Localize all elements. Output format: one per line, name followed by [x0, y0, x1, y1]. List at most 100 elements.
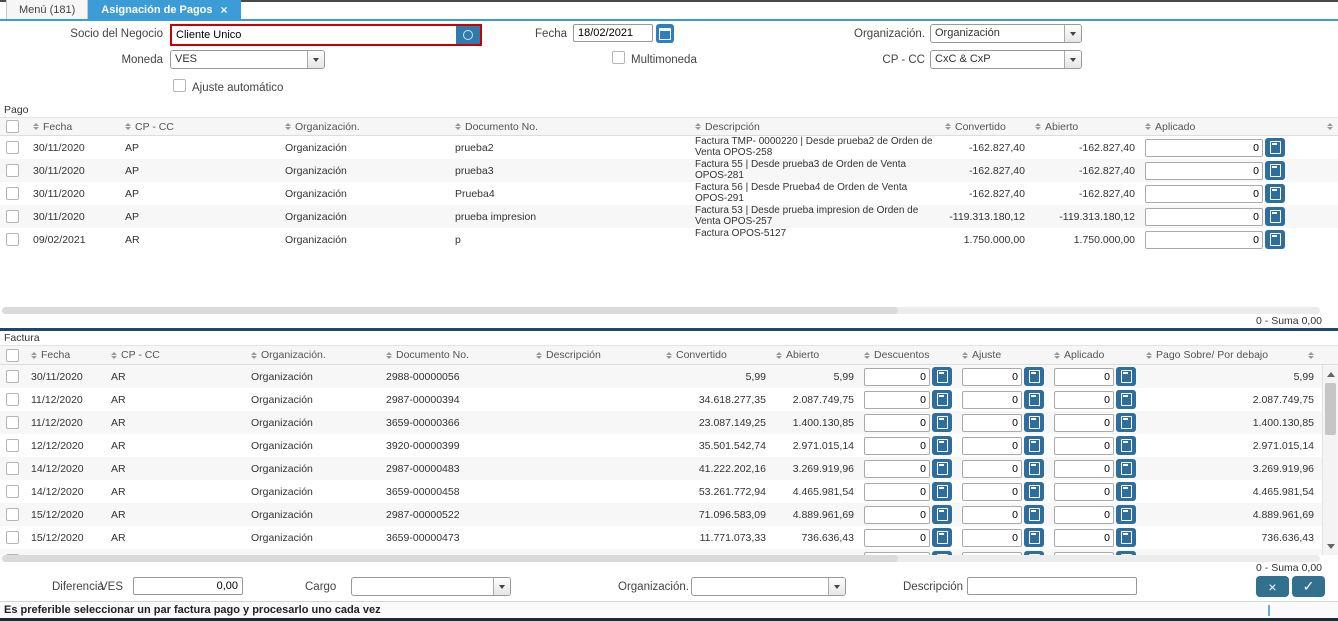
factura-horizontal-scrollbar[interactable]: [2, 555, 1320, 562]
cpcc-combo[interactable]: CxC & CxP: [930, 50, 1082, 69]
row-checkbox[interactable]: [6, 531, 19, 544]
aplicado-input[interactable]: [1145, 139, 1263, 157]
col-header-descuentos[interactable]: Descuentos: [859, 346, 957, 364]
descuentos-input[interactable]: [864, 414, 930, 432]
calculator-button[interactable]: [1024, 459, 1044, 478]
col-header-documento[interactable]: Documento No.: [450, 118, 690, 135]
calculator-button[interactable]: [1116, 413, 1136, 432]
col-header-aplicado[interactable]: Aplicado: [1140, 118, 1290, 135]
calculator-button[interactable]: [1116, 459, 1136, 478]
col-header-descripcion[interactable]: Descripción: [690, 118, 940, 135]
calculator-button[interactable]: [932, 390, 952, 409]
col-header-organizacion[interactable]: Organización.: [280, 118, 450, 135]
row-checkbox[interactable]: [6, 187, 19, 200]
aplicado-input[interactable]: [1054, 460, 1114, 478]
descuentos-input[interactable]: [864, 368, 930, 386]
col-header-abierto[interactable]: Abierto: [1030, 118, 1140, 135]
col-header-cpcc[interactable]: CP - CC: [106, 346, 246, 364]
col-header-ajuste[interactable]: Ajuste: [957, 346, 1049, 364]
calculator-button[interactable]: [1265, 138, 1285, 157]
combo-dropdown-button[interactable]: [1064, 51, 1081, 68]
calculator-button[interactable]: [1116, 390, 1136, 409]
row-checkbox[interactable]: [6, 233, 19, 246]
calculator-button[interactable]: [932, 436, 952, 455]
aplicado-input[interactable]: [1145, 208, 1263, 226]
calculator-button[interactable]: [1024, 482, 1044, 501]
calculator-button[interactable]: [1116, 528, 1136, 547]
descuentos-input[interactable]: [864, 483, 930, 501]
socio-negocio-input[interactable]: [172, 26, 456, 44]
descuentos-input[interactable]: [864, 391, 930, 409]
select-all-checkbox[interactable]: [6, 120, 19, 133]
pago-horizontal-scrollbar[interactable]: [2, 307, 1320, 314]
col-header-descripcion[interactable]: Descripción: [531, 346, 661, 364]
calculator-button[interactable]: [1116, 436, 1136, 455]
aplicado-input[interactable]: [1054, 391, 1114, 409]
combo-dropdown-button[interactable]: [307, 51, 324, 68]
row-checkbox[interactable]: [6, 164, 19, 177]
ajuste-automatico-checkbox[interactable]: [173, 79, 186, 92]
aplicado-input[interactable]: [1054, 483, 1114, 501]
col-header-aplicado[interactable]: Aplicado: [1049, 346, 1141, 364]
calculator-button[interactable]: [932, 505, 952, 524]
row-checkbox[interactable]: [6, 439, 19, 452]
ajuste-input[interactable]: [962, 529, 1022, 547]
aplicado-input[interactable]: [1145, 231, 1263, 249]
footer-organizacion-combo[interactable]: [691, 577, 846, 596]
tab-menu[interactable]: Menú (181): [6, 0, 88, 19]
aplicado-input[interactable]: [1054, 437, 1114, 455]
col-header-documento[interactable]: Documento No.: [381, 346, 531, 364]
row-checkbox[interactable]: [6, 416, 19, 429]
ajuste-input[interactable]: [962, 460, 1022, 478]
close-tab-icon[interactable]: ×: [221, 5, 228, 15]
row-checkbox[interactable]: [6, 393, 19, 406]
calculator-button[interactable]: [1024, 528, 1044, 547]
multimoneda-checkbox[interactable]: [612, 51, 625, 64]
calculator-button[interactable]: [1265, 230, 1285, 249]
calendar-button[interactable]: [656, 24, 674, 43]
col-header-fecha[interactable]: Fecha: [28, 118, 120, 135]
aplicado-input[interactable]: [1054, 368, 1114, 386]
descuentos-input[interactable]: [864, 437, 930, 455]
tab-asignacion-de-pagos[interactable]: Asignación de Pagos ×: [88, 0, 240, 19]
row-checkbox[interactable]: [6, 141, 19, 154]
calculator-button[interactable]: [932, 528, 952, 547]
scroll-down-button[interactable]: [1323, 539, 1338, 553]
combo-dropdown-button[interactable]: [493, 578, 510, 595]
col-header-fecha[interactable]: Fecha: [26, 346, 106, 364]
row-checkbox[interactable]: [6, 370, 19, 383]
col-header-abierto[interactable]: Abierto: [771, 346, 859, 364]
select-all-checkbox[interactable]: [6, 349, 19, 362]
scrollbar-thumb[interactable]: [1325, 383, 1336, 435]
col-header-pago-sobre[interactable]: Pago Sobre/ Por debajo: [1141, 346, 1338, 364]
cargo-combo[interactable]: [351, 577, 511, 596]
descuentos-input[interactable]: [864, 460, 930, 478]
calculator-button[interactable]: [1024, 390, 1044, 409]
ajuste-input[interactable]: [962, 437, 1022, 455]
calculator-button[interactable]: [1116, 367, 1136, 386]
col-header-organizacion[interactable]: Organización.: [246, 346, 381, 364]
combo-dropdown-button[interactable]: [1064, 25, 1081, 42]
row-checkbox[interactable]: [6, 462, 19, 475]
combo-dropdown-button[interactable]: [828, 578, 845, 595]
confirm-button[interactable]: ✓: [1292, 576, 1325, 597]
calculator-button[interactable]: [932, 367, 952, 386]
moneda-combo[interactable]: VES: [170, 50, 325, 69]
calculator-button[interactable]: [1024, 413, 1044, 432]
cancel-button[interactable]: ×: [1256, 576, 1289, 597]
calculator-button[interactable]: [932, 413, 952, 432]
aplicado-input[interactable]: [1054, 506, 1114, 524]
scroll-up-button[interactable]: [1323, 367, 1338, 381]
descuentos-input[interactable]: [864, 529, 930, 547]
calculator-button[interactable]: [932, 482, 952, 501]
aplicado-input[interactable]: [1054, 414, 1114, 432]
footer-descripcion-input[interactable]: [967, 577, 1137, 595]
factura-vertical-scrollbar[interactable]: [1322, 365, 1338, 555]
calculator-button[interactable]: [1265, 184, 1285, 203]
descuentos-input[interactable]: [864, 506, 930, 524]
scrollbar-thumb[interactable]: [2, 307, 898, 314]
ajuste-input[interactable]: [962, 506, 1022, 524]
calculator-button[interactable]: [1265, 161, 1285, 180]
col-header-cpcc[interactable]: CP - CC: [120, 118, 280, 135]
scrollbar-thumb[interactable]: [2, 555, 898, 562]
